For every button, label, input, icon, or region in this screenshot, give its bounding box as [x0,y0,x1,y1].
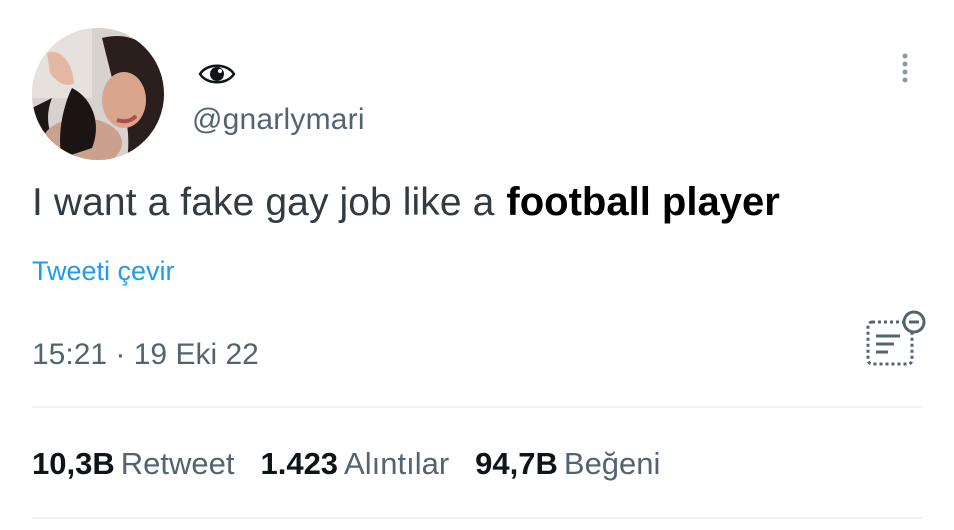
like-count[interactable]: 94,7B Beğeni [475,446,660,482]
like-count-value: 94,7B [475,446,558,481]
tweet-text-plain: I want a fake gay job like a [32,181,495,224]
engagement-stats: 10,3B Retweet 1.423 Alıntılar 94,7B Beğeni [32,446,686,482]
translate-tweet-link[interactable]: Tweeti çevir [32,256,175,287]
eye-icon [197,60,237,88]
tweet-timestamp[interactable]: 15:21 · 19 Eki 22 [32,338,259,372]
avatar[interactable] [32,28,164,160]
analytics-icon[interactable] [860,308,932,370]
retweet-count-value: 10,3B [32,446,115,481]
tweet-text: I want a fake gay job like a football pla… [32,178,780,227]
quote-count-label: Alıntılar [344,446,450,481]
divider [32,406,922,408]
quote-count[interactable]: 1.423 Alıntılar [260,446,449,482]
like-count-label: Beğeni [563,446,661,481]
divider [32,517,922,519]
user-handle[interactable]: @gnarlymari [192,103,365,137]
more-vertical-icon[interactable] [893,48,917,88]
tweet-text-bold: football player [506,180,780,224]
quote-count-value: 1.423 [260,446,339,481]
retweet-count[interactable]: 10,3B Retweet [32,446,234,482]
retweet-count-label: Retweet [120,446,235,481]
